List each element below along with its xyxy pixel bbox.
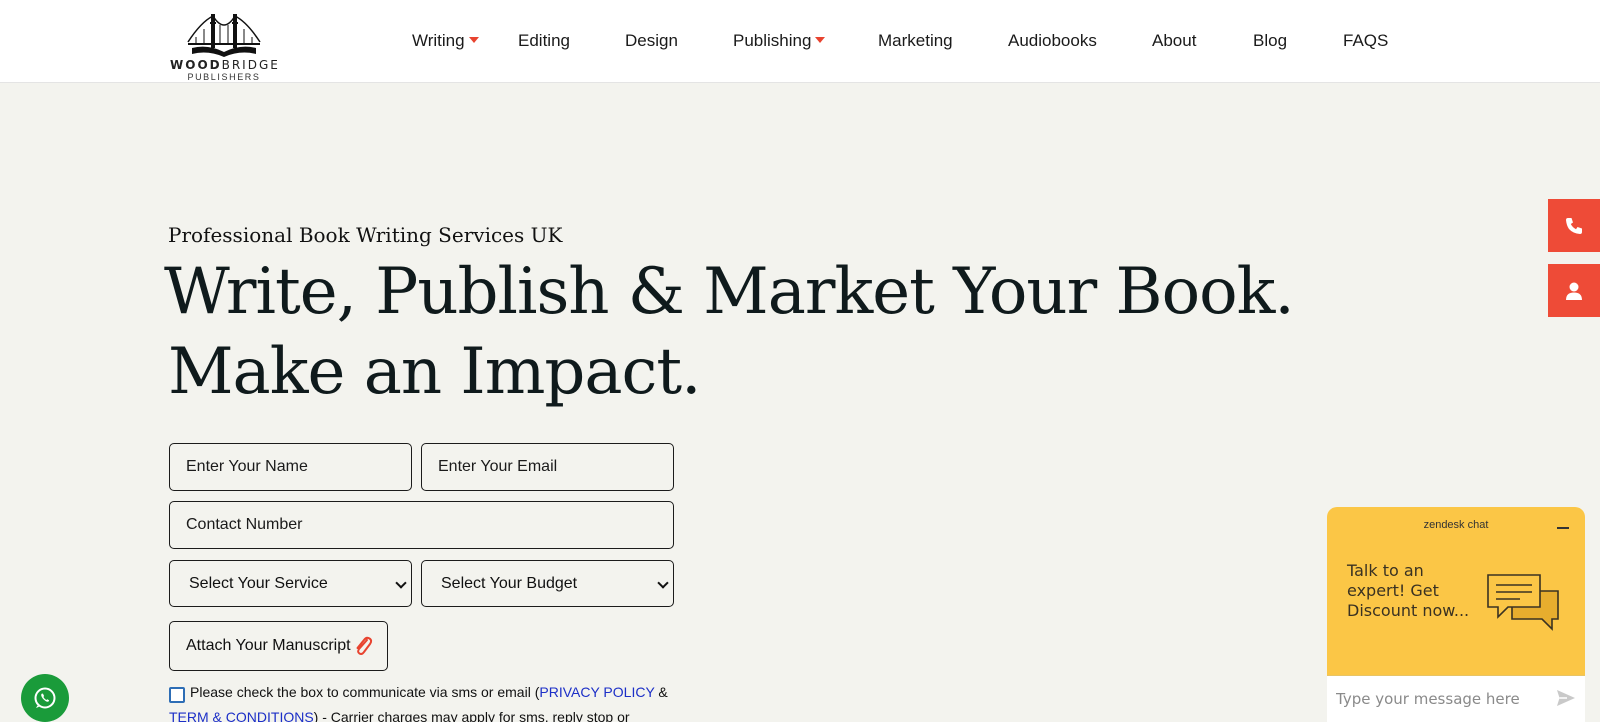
budget-select[interactable]: Select Your Budget bbox=[421, 560, 674, 607]
consent-checkbox[interactable] bbox=[169, 687, 185, 703]
nav-item-marketing[interactable]: Marketing bbox=[878, 31, 953, 51]
attach-label: Attach Your Manuscript bbox=[186, 637, 351, 654]
user-icon bbox=[1566, 282, 1582, 300]
budget-select-value: Select Your Budget bbox=[441, 574, 578, 592]
consent-text: Please check the box to communicate via … bbox=[190, 684, 668, 700]
nav-item-blog[interactable]: Blog bbox=[1253, 31, 1287, 51]
send-icon[interactable] bbox=[1555, 688, 1577, 713]
nav-item-writing[interactable]: Writing bbox=[412, 31, 479, 51]
woodbridge-logo[interactable]: WOODBRIDGE PUBLISHERS bbox=[170, 12, 280, 82]
nav-item-design[interactable]: Design bbox=[625, 31, 678, 51]
name-input[interactable] bbox=[169, 443, 412, 491]
contact-number-input[interactable] bbox=[169, 501, 674, 549]
terms-conditions-link[interactable]: TERM & CONDITIONS bbox=[169, 709, 314, 722]
nav-item-publishing[interactable]: Publishing bbox=[733, 31, 826, 51]
paperclip-icon bbox=[353, 635, 373, 662]
service-select[interactable]: Select Your Service bbox=[169, 560, 412, 607]
zendesk-chat-widget: zendesk chat Talk to an expert! Get Disc… bbox=[1327, 507, 1585, 722]
chat-brand: zendesk chat bbox=[1423, 519, 1489, 531]
consent-text-line-2: TERM & CONDITIONS) - Carrier charges may… bbox=[169, 709, 630, 722]
minimize-chat-icon[interactable] bbox=[1557, 527, 1569, 529]
whatsapp-button[interactable] bbox=[21, 674, 69, 722]
caret-down-icon bbox=[468, 36, 479, 43]
whatsapp-icon bbox=[34, 687, 56, 709]
speech-bubbles-icon bbox=[1486, 571, 1562, 638]
bridge-book-logo-icon bbox=[187, 14, 261, 57]
service-select-value: Select Your Service bbox=[189, 574, 328, 592]
headline-line-1: Write, Publish & Market Your Book. bbox=[164, 255, 1295, 329]
nav-item-audiobooks[interactable]: Audiobooks bbox=[1008, 31, 1097, 51]
site-header: WOODBRIDGE PUBLISHERS Writing Editing De… bbox=[0, 0, 1600, 83]
attach-manuscript-button[interactable]: Attach Your Manuscript bbox=[169, 621, 388, 671]
email-input[interactable] bbox=[421, 443, 674, 491]
caret-down-icon bbox=[815, 36, 826, 43]
chevron-down-icon bbox=[395, 577, 407, 589]
privacy-policy-link[interactable]: PRIVACY POLICY bbox=[539, 684, 654, 700]
phone-icon bbox=[1566, 217, 1582, 234]
hero-headline: Write, Publish & Market Your Book. Make … bbox=[164, 252, 1295, 412]
chat-message-input[interactable] bbox=[1327, 679, 1542, 719]
headline-line-2: Make an Impact. bbox=[168, 335, 701, 409]
call-button[interactable] bbox=[1548, 199, 1600, 252]
chevron-down-icon bbox=[657, 577, 669, 589]
nav-item-about[interactable]: About bbox=[1152, 31, 1196, 51]
account-button[interactable] bbox=[1548, 264, 1600, 317]
hero-eyebrow: Professional Book Writing Services UK bbox=[168, 223, 563, 247]
nav-item-faqs[interactable]: FAQS bbox=[1343, 31, 1388, 51]
logo-subtitle: PUBLISHERS bbox=[187, 72, 261, 82]
chat-greeting: Talk to an expert! Get Discount now... bbox=[1347, 561, 1470, 620]
chat-input-bar bbox=[1327, 675, 1585, 722]
nav-item-editing[interactable]: Editing bbox=[518, 31, 570, 51]
logo-wordmark: WOODBRIDGE bbox=[170, 58, 280, 72]
